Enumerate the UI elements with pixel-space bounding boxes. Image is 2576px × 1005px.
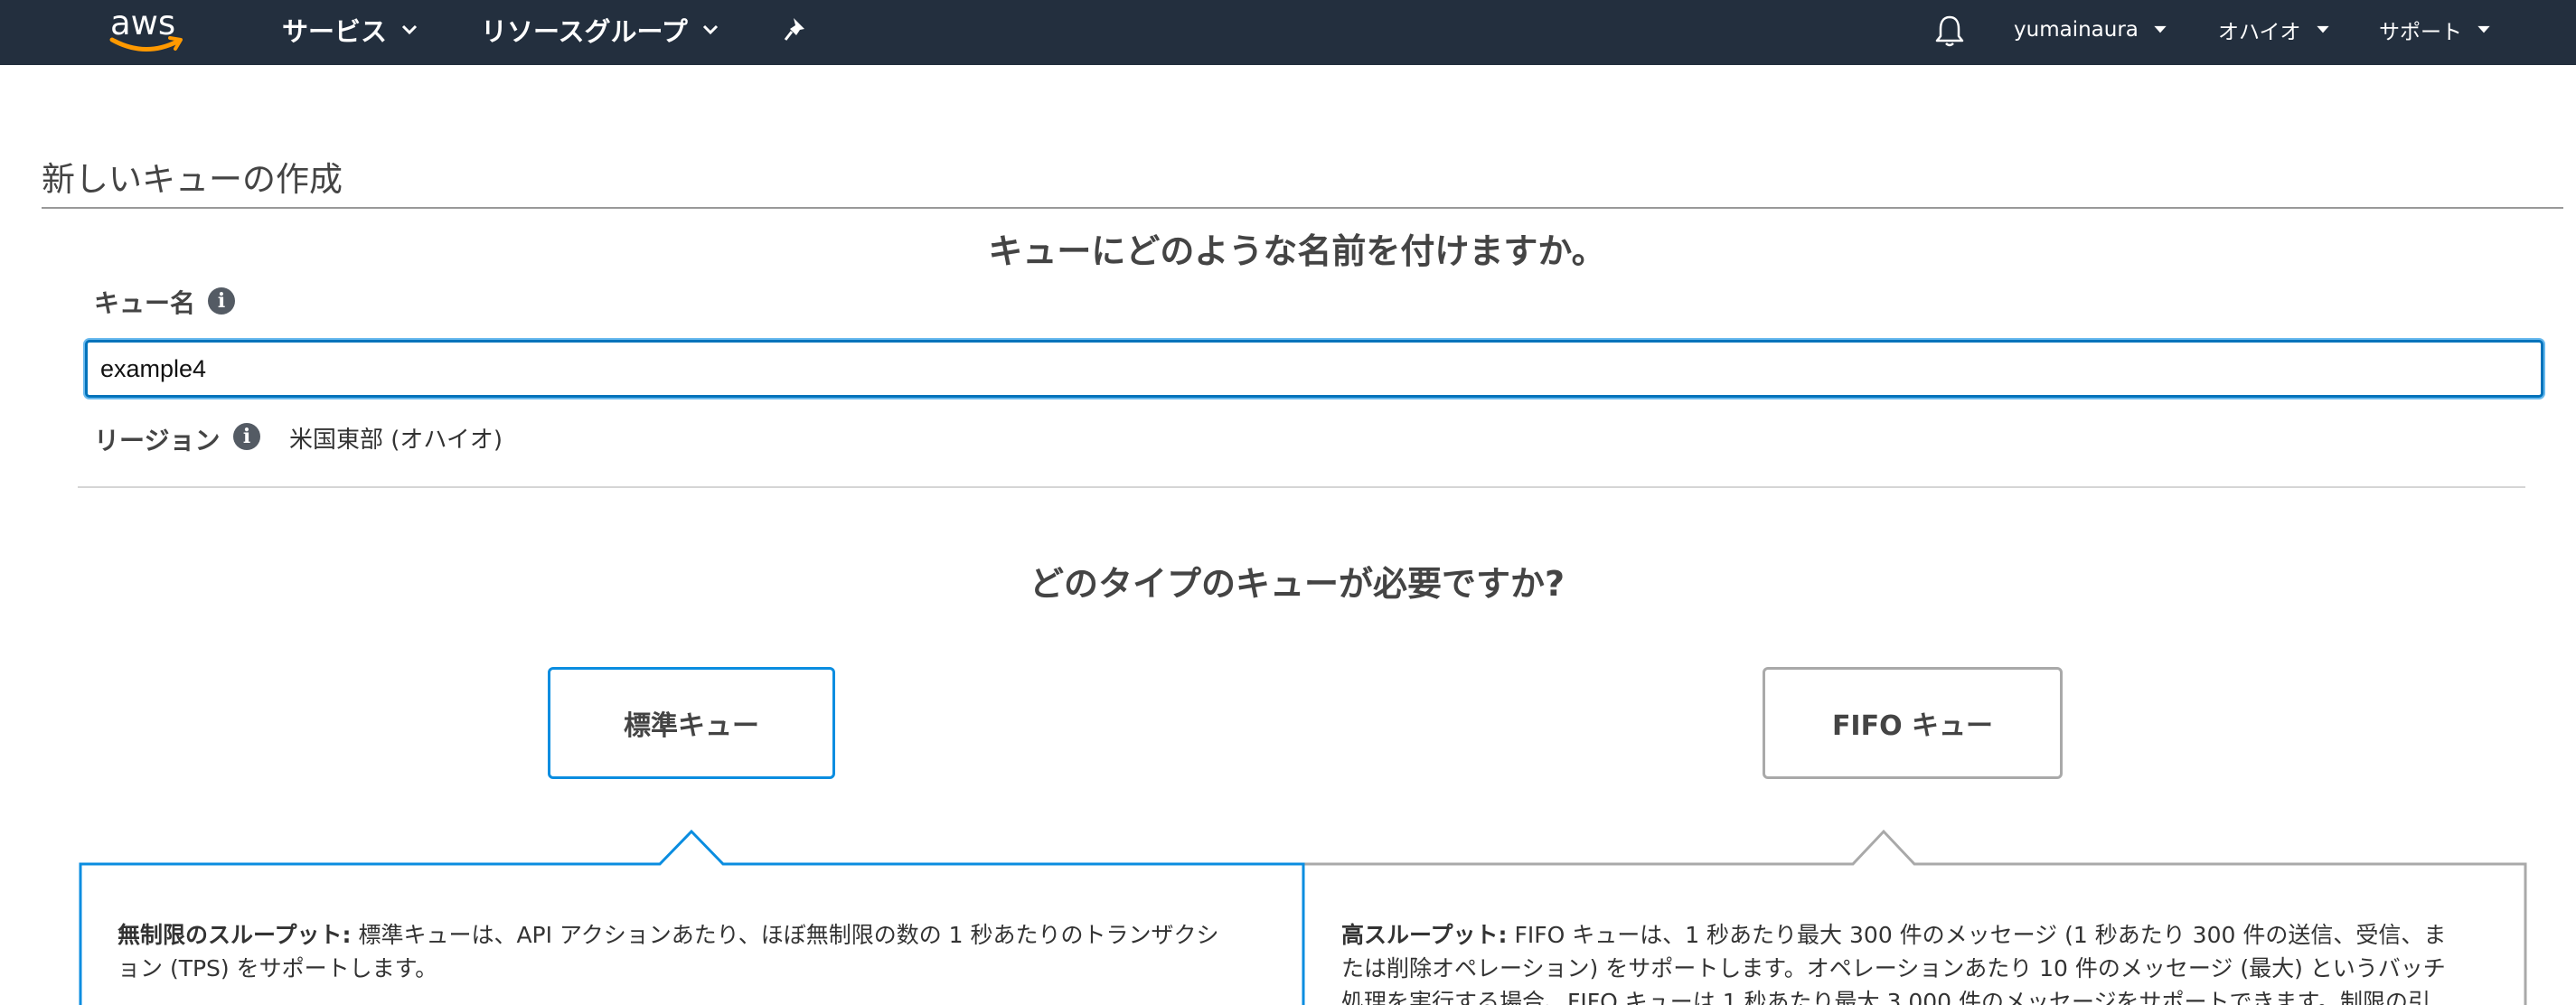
standard-desc-line1: 無制限のスループット: 標準キューは、API アクションあたり、ほぼ無制限の数の… [118, 918, 1283, 952]
fifo-desc-title: 高スループット: [1341, 922, 1508, 948]
fifo-queue-description: 高スループット: FIFO キューは、1 秒あたり最大 300 件のメッセージ … [1341, 918, 2516, 1005]
fifo-desc-line3: 処理を実行する場合、FIFO キューは 1 秒あたり最大 3,000 件のメッセ… [1341, 989, 2431, 1005]
fifo-desc-line1: 高スループット: FIFO キューは、1 秒あたり最大 300 件のメッセージ … [1341, 918, 2516, 952]
queue-type-description-panels [79, 829, 2527, 1005]
standard-desc-text1: 標準キューは、API アクションあたり、ほぼ無制限の数の 1 秒あたりのトランザ… [351, 922, 1219, 948]
standard-desc-title: 無制限のスループット: [118, 922, 352, 948]
fifo-desc-text1: FIFO キューは、1 秒あたり最大 300 件のメッセージ (1 秒あたり 3… [1507, 922, 2447, 948]
fifo-desc-line2: たは削除オペレーション) をサポートします。オペレーションあたり 10 件のメッ… [1341, 955, 2446, 982]
standard-queue-description: 無制限のスループット: 標準キューは、API アクションあたり、ほぼ無制限の数の… [118, 918, 1283, 985]
standard-desc-line2: ョン (TPS) をサポートします。 [118, 955, 438, 982]
